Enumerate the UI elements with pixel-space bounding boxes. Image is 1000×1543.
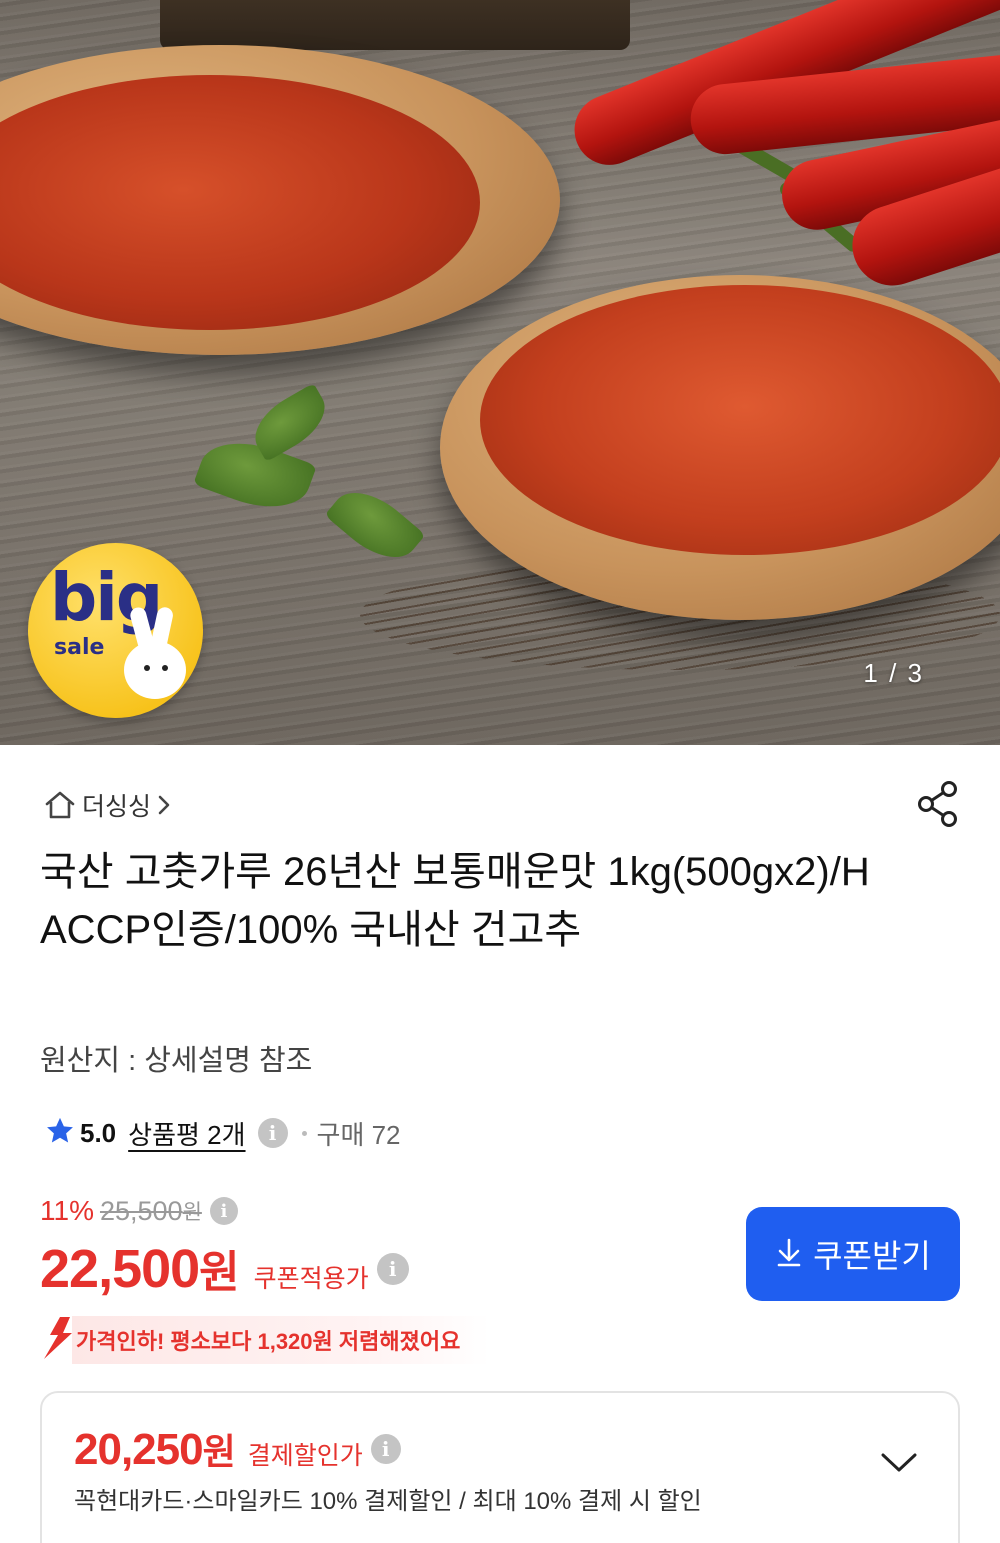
product-origin: 원산지 : 상세설명 참조 [40,1045,313,1077]
info-icon[interactable]: i [370,1434,401,1464]
payment-price-row: 20,250 원 결제할인가 i [74,1423,401,1475]
info-icon[interactable]: i [257,1118,288,1148]
payment-price-unit: 원 [202,1431,236,1472]
chevron-down-icon[interactable] [880,1451,918,1479]
sale-price-label: 쿠폰적용가 [253,1265,369,1293]
info-icon[interactable]: i [209,1197,238,1225]
payment-price-label: 결제할인가 [247,1442,363,1470]
coupon-download-button[interactable]: 쿠폰받기 [746,1207,960,1301]
chili-powder [480,285,1000,555]
cutting-board [160,0,630,50]
share-button[interactable] [916,780,960,828]
image-counter: 1 / 3 [863,658,924,688]
rating-score: 5.0 [80,1117,117,1148]
product-title: 국산 고춧가루 26년산 보통매운맛 1kg(500gx2)/HACCP인증/1… [40,850,870,952]
original-price: 25,500 [99,1195,183,1226]
sale-price: 22,500 [40,1239,200,1299]
original-price-unit: 원 [182,1201,202,1224]
star-icon [44,1115,76,1151]
price-drop-notice: 가격인하! 평소보다 1,320원 저렴해졌어요 [38,1316,491,1364]
info-icon[interactable]: i [376,1253,409,1285]
sale-price-row: 22,500 원 쿠폰적용가 i [40,1236,409,1302]
store-link[interactable]: 더싱싱 [44,785,171,825]
rating-row: 5.0 상품평 2개 i 구매 72 [44,1113,401,1153]
separator-dot [301,1130,307,1136]
payment-price: 20,250 [74,1425,204,1474]
coupon-button-label: 쿠폰받기 [813,1238,931,1274]
home-icon [44,790,76,820]
sale-price-unit: 원 [199,1248,240,1297]
store-name: 더싱싱 [82,793,152,821]
bunny-icon [124,641,186,699]
payment-discount-box[interactable]: 20,250 원 결제할인가 i 꼭현대카드·스마일카드 10% 결제할인 / … [40,1391,960,1543]
discount-rate: 11% [40,1195,94,1226]
chevron-right-icon [157,794,171,816]
product-image-carousel[interactable]: big sale 1 / 3 [0,0,1000,745]
review-link[interactable]: 상품평 2개 [128,1115,245,1152]
payment-description: 꼭현대카드·스마일카드 10% 결제할인 / 최대 10% 결제 시 할인 [74,1488,702,1515]
purchase-count: 구매 72 [316,1119,401,1150]
share-icon [918,781,957,827]
big-sale-badge: big sale [28,543,203,718]
herb-leaf [324,476,426,574]
price-drop-text: 가격인하! 평소보다 1,320원 저렴해졌어요 [72,1316,491,1364]
download-icon [775,1237,803,1271]
discount-row: 11% 25,500 원 i [40,1192,238,1230]
badge-sale-text: sale [54,635,105,660]
